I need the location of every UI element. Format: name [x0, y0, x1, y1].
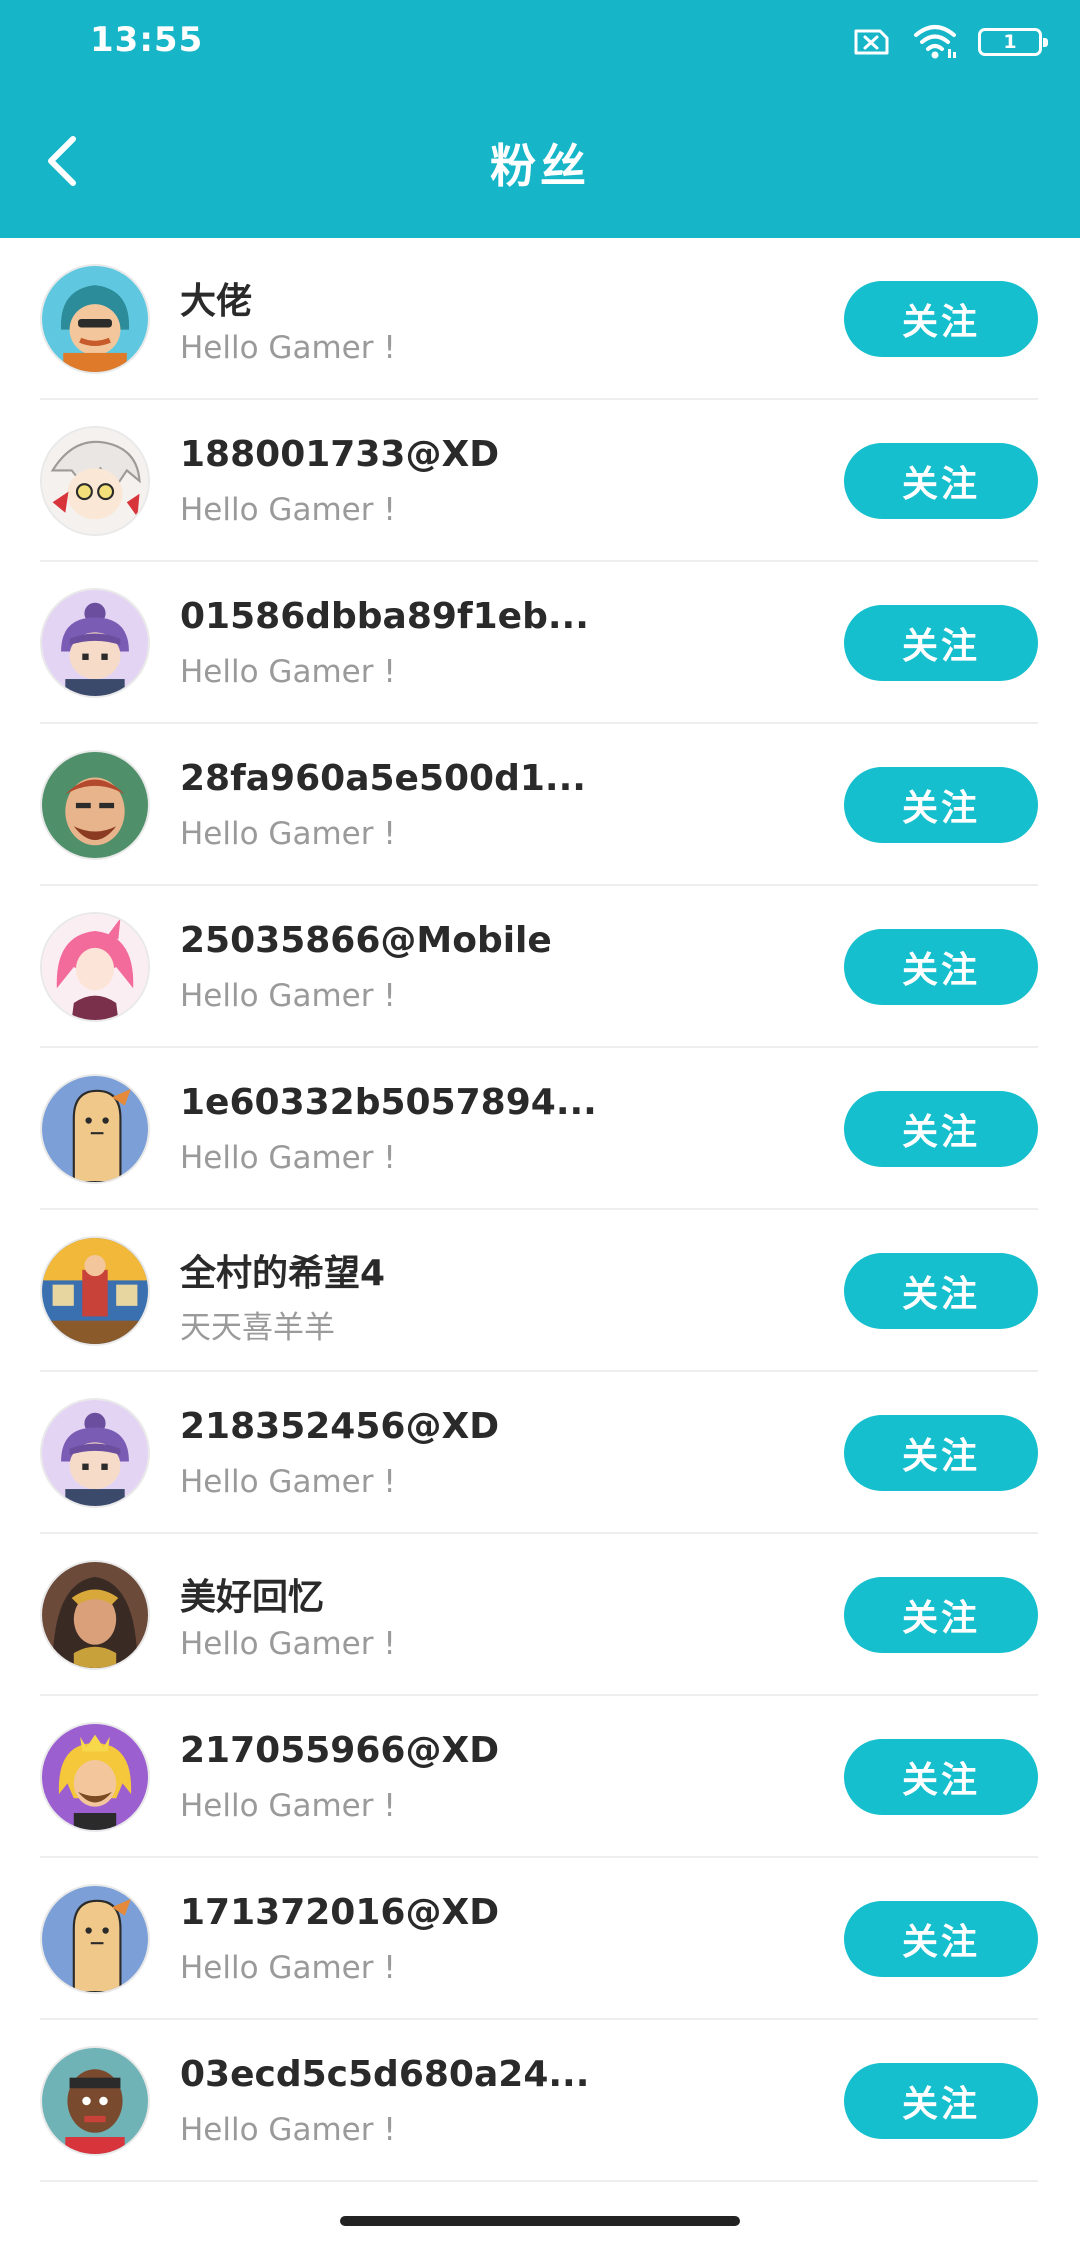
warrior-woman-avatar-icon: [42, 1562, 148, 1668]
battery-icon: 1: [978, 28, 1048, 56]
follow-button[interactable]: 关注: [844, 2063, 1038, 2139]
follow-button[interactable]: 关注: [844, 281, 1038, 357]
blonde-king-avatar-icon: [42, 1724, 148, 1830]
fan-name: 171372016@XD: [180, 1892, 500, 1933]
fan-bio: Hello Gamer !: [180, 492, 396, 528]
fan-name: 大佬: [180, 281, 253, 322]
follow-button[interactable]: 关注: [844, 1739, 1038, 1815]
avatar[interactable]: [40, 912, 150, 1022]
fan-list-item[interactable]: 03ecd5c5d680a24... Hello Gamer ! 关注: [0, 2020, 1080, 2182]
fan-name: 218352456@XD: [180, 1406, 500, 1447]
anime-avatar-icon: [42, 428, 148, 534]
follow-button[interactable]: 关注: [844, 1577, 1038, 1653]
follow-button[interactable]: 关注: [844, 1415, 1038, 1491]
avatar[interactable]: [40, 1398, 150, 1508]
sim-error-icon: [854, 29, 889, 55]
avatar[interactable]: [40, 750, 150, 860]
fans-list: 大佬 Hello Gamer ! 关注 188001733@XD Hello G…: [0, 238, 1080, 2182]
pink-hair-avatar-icon: [42, 914, 148, 1020]
fan-list-item[interactable]: 28fa960a5e500d1... Hello Gamer ! 关注: [0, 724, 1080, 886]
fan-name: 188001733@XD: [180, 434, 500, 475]
app-header: 13:55 1 粉丝: [0, 0, 1080, 238]
fan-bio: Hello Gamer !: [180, 1464, 396, 1500]
fan-list-item[interactable]: 25035866@Mobile Hello Gamer ! 关注: [0, 886, 1080, 1048]
follow-button[interactable]: 关注: [844, 605, 1038, 681]
fan-bio: Hello Gamer !: [180, 1950, 396, 1986]
fan-name: 03ecd5c5d680a24...: [180, 2054, 590, 2095]
avatar[interactable]: [40, 1236, 150, 1346]
follow-button[interactable]: 关注: [844, 1901, 1038, 1977]
fans-screen: 13:55 1 粉丝 大佬 Hello Gamer ! 关注 188001733…: [0, 0, 1080, 2244]
battery-level: 1: [1003, 31, 1017, 53]
avatar[interactable]: [40, 588, 150, 698]
fan-list-item[interactable]: 218352456@XD Hello Gamer ! 关注: [0, 1372, 1080, 1534]
fan-bio: Hello Gamer !: [180, 654, 396, 690]
fan-name: 01586dbba89f1eb...: [180, 596, 589, 637]
avatar[interactable]: [40, 264, 150, 374]
basketball-player-avatar-icon: [42, 2048, 148, 2154]
wifi-icon: [914, 25, 956, 59]
fan-bio: Hello Gamer !: [180, 1140, 396, 1176]
bearded-warrior-avatar-icon: [42, 752, 148, 858]
fan-name: 全村的希望4: [180, 1253, 386, 1294]
avatar[interactable]: [40, 1722, 150, 1832]
status-time: 13:55: [90, 20, 204, 60]
fan-list-item[interactable]: 1e60332b5057894... Hello Gamer ! 关注: [0, 1048, 1080, 1210]
fan-list-item[interactable]: 217055966@XD Hello Gamer ! 关注: [0, 1696, 1080, 1858]
avatar[interactable]: [40, 426, 150, 536]
fan-bio: Hello Gamer !: [180, 978, 396, 1014]
fan-bio: Hello Gamer !: [180, 2112, 396, 2148]
fan-bio: Hello Gamer !: [180, 1788, 396, 1824]
fan-list-item[interactable]: 171372016@XD Hello Gamer ! 关注: [0, 1858, 1080, 2020]
potato-character-avatar-icon: [42, 1886, 148, 1992]
avatar[interactable]: [40, 2046, 150, 2156]
purple-hair-avatar-icon: [42, 590, 148, 696]
fan-name: 28fa960a5e500d1...: [180, 758, 586, 799]
fan-list-item[interactable]: 188001733@XD Hello Gamer ! 关注: [0, 400, 1080, 562]
fan-bio: Hello Gamer !: [180, 330, 396, 366]
potato-character-avatar-icon: [42, 1076, 148, 1182]
cartoon-hero-avatar-icon: [42, 266, 148, 372]
fan-bio: 天天喜羊羊: [180, 1310, 335, 1346]
avatar[interactable]: [40, 1074, 150, 1184]
fan-name: 217055966@XD: [180, 1730, 500, 1771]
fan-bio: Hello Gamer !: [180, 1626, 396, 1662]
fan-name: 1e60332b5057894...: [180, 1082, 597, 1123]
fan-name: 美好回忆: [180, 1577, 325, 1618]
follow-button[interactable]: 关注: [844, 1253, 1038, 1329]
avatar[interactable]: [40, 1884, 150, 1994]
page-title: 粉丝: [490, 139, 590, 193]
follow-button[interactable]: 关注: [844, 443, 1038, 519]
fan-bio: Hello Gamer !: [180, 816, 396, 852]
fan-list-item[interactable]: 01586dbba89f1eb... Hello Gamer ! 关注: [0, 562, 1080, 724]
fan-list-item[interactable]: 全村的希望4 天天喜羊羊 关注: [0, 1210, 1080, 1372]
game-scene-avatar-icon: [42, 1238, 148, 1344]
status-icons: 1: [852, 22, 1048, 62]
avatar[interactable]: [40, 1560, 150, 1670]
home-indicator[interactable]: [340, 2216, 740, 2226]
fan-name: 25035866@Mobile: [180, 920, 552, 961]
fan-list-item[interactable]: 美好回忆 Hello Gamer ! 关注: [0, 1534, 1080, 1696]
follow-button[interactable]: 关注: [844, 767, 1038, 843]
purple-hair-avatar-icon: [42, 1400, 148, 1506]
fan-list-item[interactable]: 大佬 Hello Gamer ! 关注: [0, 238, 1080, 400]
follow-button[interactable]: 关注: [844, 1091, 1038, 1167]
follow-button[interactable]: 关注: [844, 929, 1038, 1005]
